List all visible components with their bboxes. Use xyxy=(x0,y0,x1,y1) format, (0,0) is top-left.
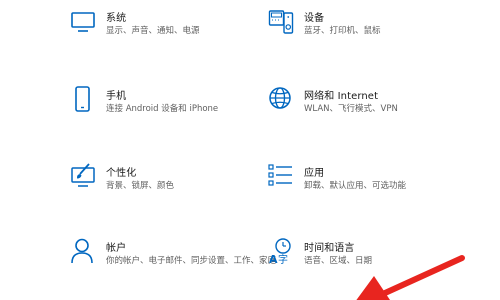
settings-tile-phone[interactable]: 手机 连接 Android 设备和 iPhone xyxy=(70,86,270,126)
settings-tile-accounts[interactable]: 帐户 你的帐户、电子邮件、同步设置、工作、家庭 xyxy=(70,238,276,278)
tile-description: 连接 Android 设备和 iPhone xyxy=(106,104,219,114)
tile-description: 显示、声音、通知、电源 xyxy=(106,26,200,36)
tile-description: WLAN、飞行模式、VPN xyxy=(304,104,398,114)
settings-tile-network[interactable]: 网络和 Internet WLAN、飞行模式、VPN xyxy=(268,86,468,126)
apps-icon xyxy=(268,163,294,191)
tile-title: 系统 xyxy=(106,13,127,24)
globe-icon xyxy=(268,86,294,114)
svg-text:字: 字 xyxy=(278,253,288,266)
tile-title: 帐户 xyxy=(106,243,127,254)
settings-page: 系统 显示、声音、通知、电源 设备 蓝牙、打印机、鼠标 手机 连接 Androi… xyxy=(0,0,500,300)
person-icon xyxy=(70,238,96,266)
phone-icon xyxy=(70,86,96,114)
settings-tile-time-language[interactable]: A 字 时间和语言 语音、区域、日期 xyxy=(268,238,468,278)
tile-title: 时间和语言 xyxy=(304,243,355,254)
tile-title: 手机 xyxy=(106,91,127,102)
settings-tile-personalization[interactable]: 个性化 背景、锁屏、颜色 xyxy=(70,163,270,203)
monitor-icon xyxy=(70,8,96,36)
svg-text:A: A xyxy=(269,253,278,266)
settings-tile-devices[interactable]: 设备 蓝牙、打印机、鼠标 xyxy=(268,8,468,48)
tile-description: 语音、区域、日期 xyxy=(304,256,373,266)
tile-title: 网络和 Internet xyxy=(304,91,379,102)
tile-description: 背景、锁屏、颜色 xyxy=(106,181,175,191)
tile-title: 个性化 xyxy=(106,168,137,179)
time-language-icon: A 字 xyxy=(268,238,294,266)
tile-description: 蓝牙、打印机、鼠标 xyxy=(304,26,381,36)
devices-icon xyxy=(268,8,294,36)
tile-description: 你的帐户、电子邮件、同步设置、工作、家庭 xyxy=(106,256,277,266)
tile-title: 设备 xyxy=(304,13,325,24)
settings-tile-system[interactable]: 系统 显示、声音、通知、电源 xyxy=(70,8,270,48)
tile-title: 应用 xyxy=(304,168,325,179)
settings-tile-apps[interactable]: 应用 卸载、默认应用、可选功能 xyxy=(268,163,468,203)
tile-description: 卸载、默认应用、可选功能 xyxy=(304,181,407,191)
personalization-icon xyxy=(70,163,96,191)
